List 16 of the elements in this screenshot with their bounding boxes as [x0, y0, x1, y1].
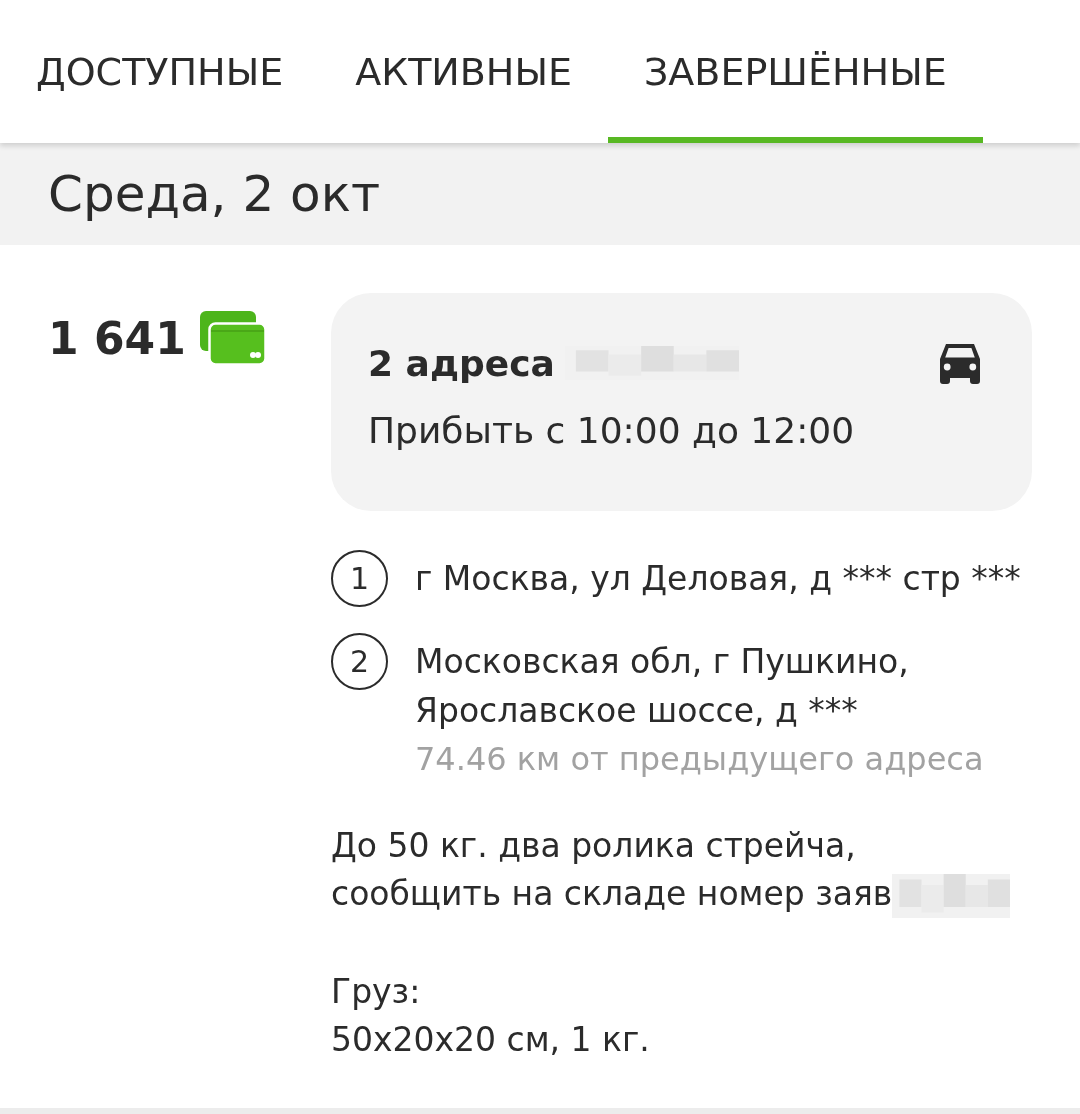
cargo-label: Груз: — [331, 971, 421, 1013]
tab[interactable]: АКТИВНЫЕ — [319, 0, 608, 143]
distance-text: 74.46 км от предыдущего адреса — [415, 739, 985, 780]
tab[interactable]: ДОСТУПНЫЕ — [0, 0, 320, 143]
address-text: г Москва, ул Деловая, д *** стр *** — [415, 558, 1021, 600]
step-number: 2 — [331, 633, 388, 690]
step-number: 1 — [331, 550, 388, 607]
arrival-time-text: Прибыть с 10:00 до 12:00 — [368, 409, 856, 453]
note-text: До 50 кг. два ролика стрейча, сообщить на складе номер заяв — [331, 826, 893, 913]
price-text: 1 641 — [48, 312, 186, 364]
credit-cards-icon — [199, 310, 267, 366]
cargo-value: 50x20x20 см, 1 кг. — [331, 1019, 650, 1061]
summary-title: 2 адреса — [368, 342, 555, 384]
date-header: Среда, 2 окт — [0, 143, 1080, 245]
address-text: Московская обл, г Пушкино, Ярославское шоссе, д *** — [415, 641, 910, 732]
order-summary-card[interactable]: 2 адреса Прибыть с 10:00 до 12:00 — [331, 293, 1032, 511]
